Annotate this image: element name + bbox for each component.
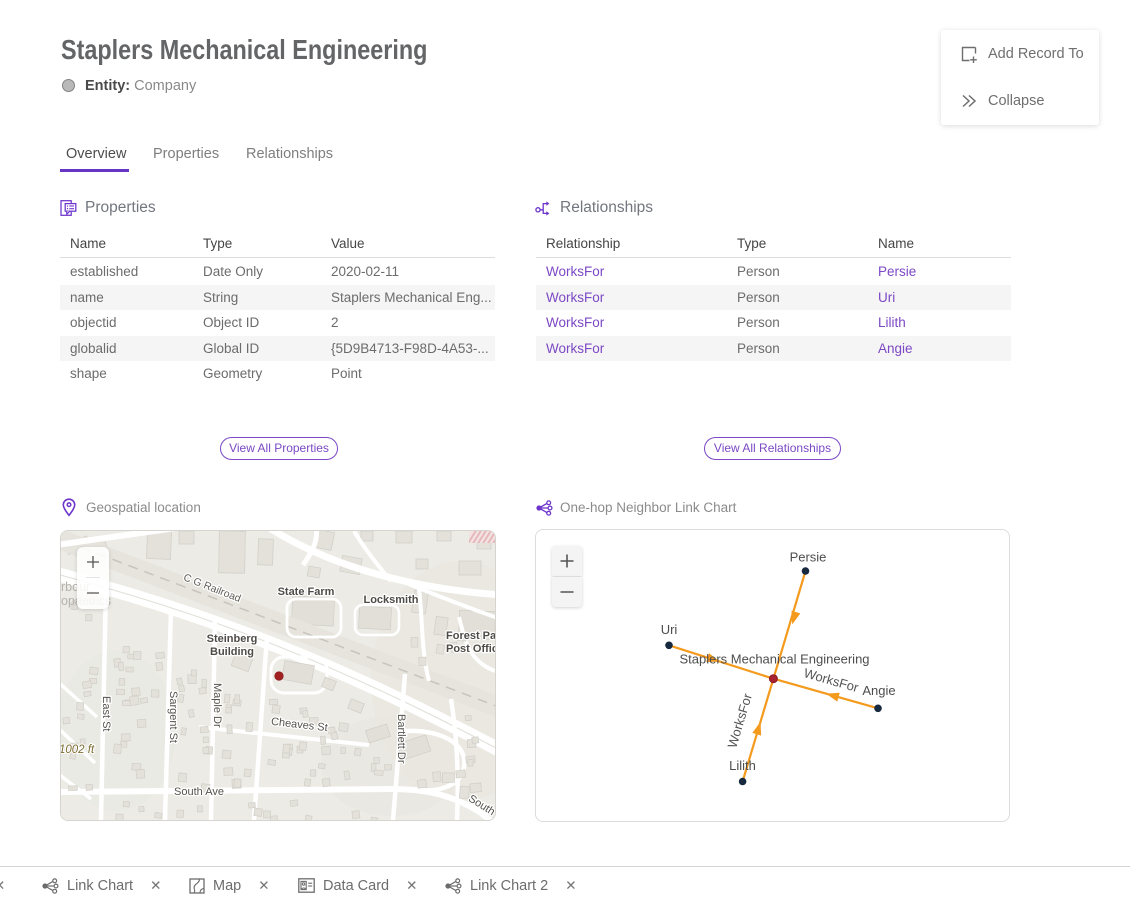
svg-text:Building: Building <box>210 646 254 658</box>
svg-text:Maple Dr: Maple Dr <box>211 683 223 728</box>
svg-text:Bartlett Dr: Bartlett Dr <box>395 714 407 764</box>
svg-text:Angie: Angie <box>862 683 895 698</box>
svg-text:WorksFor: WorksFor <box>802 665 861 695</box>
svg-text:Steinberg: Steinberg <box>207 633 258 645</box>
svg-text:1002 ft: 1002 ft <box>61 744 95 756</box>
svg-text:Lilith: Lilith <box>729 758 756 773</box>
svg-text:Persie: Persie <box>790 550 827 565</box>
svg-text:Locksmith: Locksmith <box>363 594 418 606</box>
svg-text:East St: East St <box>100 696 112 731</box>
svg-text:WorksFor: WorksFor <box>724 691 755 750</box>
svg-text:Staplers Mechanical Engineerin: Staplers Mechanical Engineering <box>679 652 869 667</box>
svg-text:South Ave: South Ave <box>174 786 224 798</box>
svg-text:Sargent St: Sargent St <box>167 691 179 743</box>
svg-text:Uri: Uri <box>661 622 678 637</box>
svg-text:State Farm: State Farm <box>278 586 335 598</box>
svg-text:Post Offic: Post Offic <box>446 643 495 655</box>
svg-text:Forest Par: Forest Par <box>446 630 495 642</box>
